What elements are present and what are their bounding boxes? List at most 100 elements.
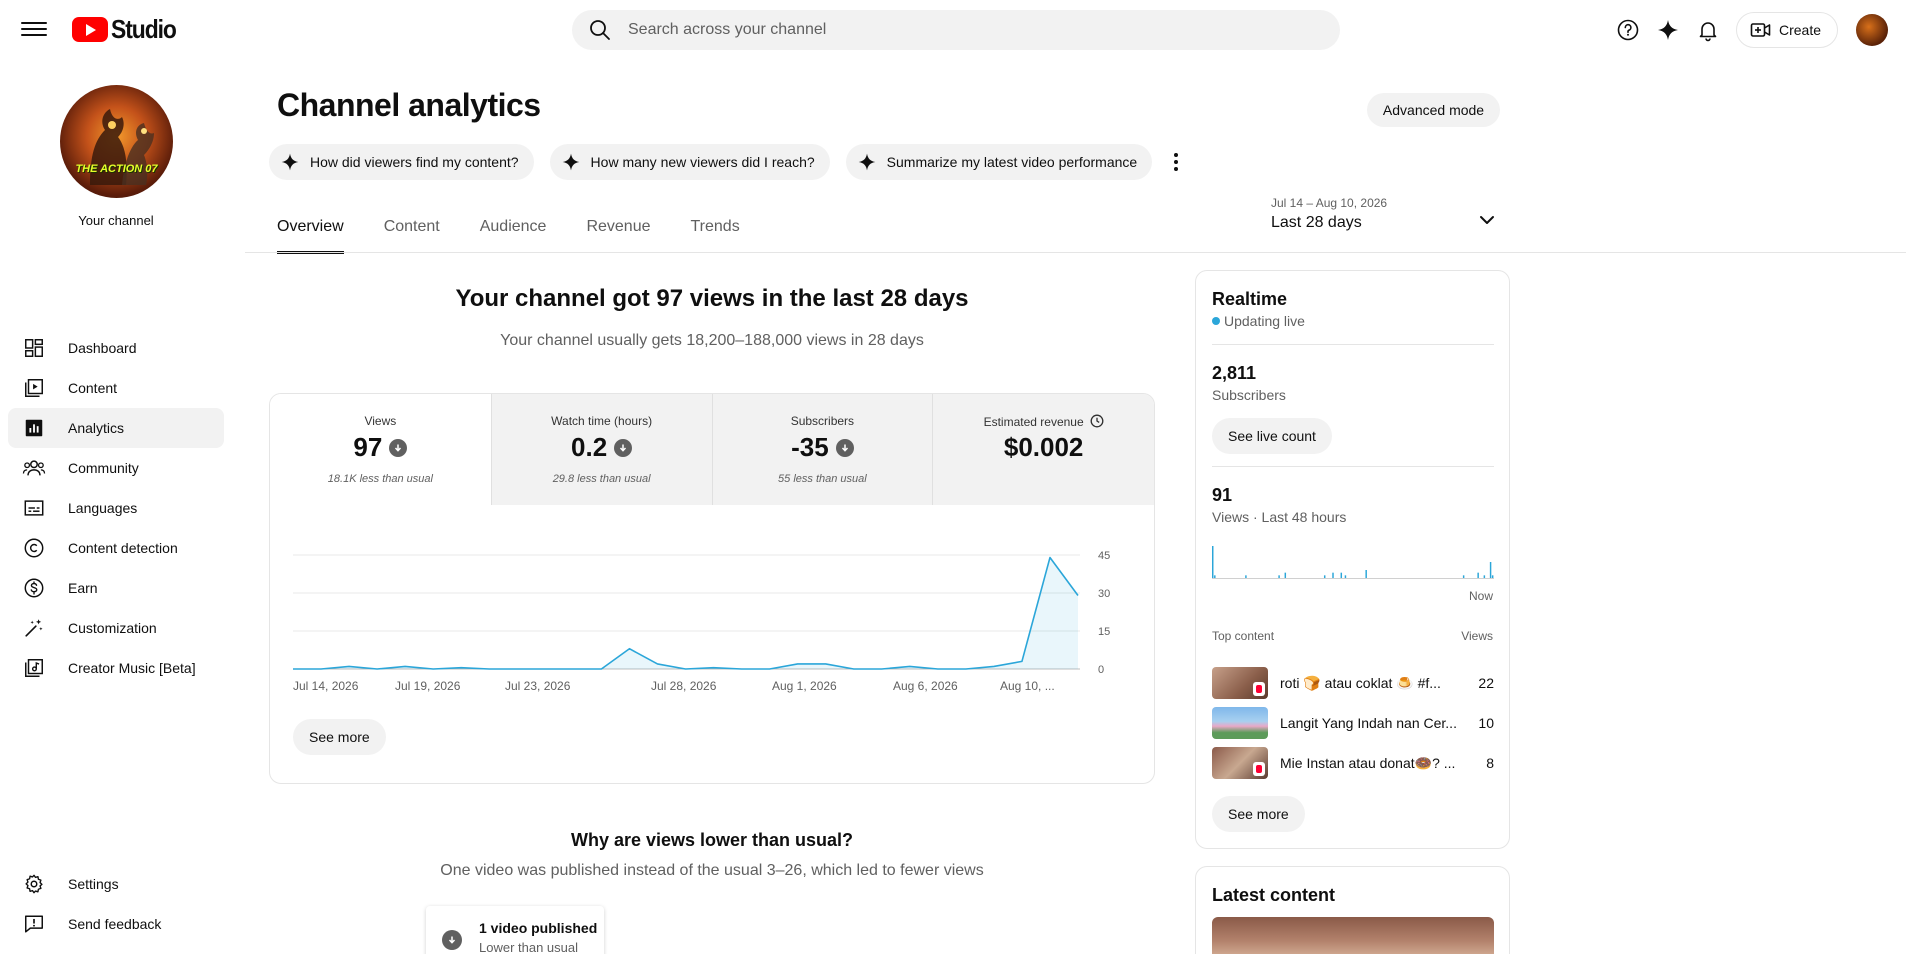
video-title: Mie Instan atau donat🍩? ... — [1280, 754, 1456, 771]
analytics-tabs: Overview Content Audience Revenue Trends — [277, 212, 780, 254]
sidebar-item-feedback[interactable]: Send feedback — [8, 904, 224, 944]
sidebar-item-dashboard[interactable]: Dashboard — [8, 328, 224, 368]
data-point — [1020, 659, 1024, 663]
music-library-icon — [22, 656, 46, 680]
data-point — [824, 662, 828, 666]
metric-value-row: 0.2 — [492, 432, 712, 463]
create-button[interactable]: Create — [1735, 12, 1838, 48]
x-tick-label: Aug 1, 2026 — [772, 679, 837, 693]
why-lower-title: Why are views lower than usual? — [570, 830, 854, 850]
realtime-title: Realtime — [1212, 289, 1288, 309]
content-icon — [22, 376, 46, 400]
ai-suggestion-chips: How did viewers find my content? How man… — [269, 144, 1188, 180]
chip-label: How did viewers find my content? — [310, 154, 519, 170]
video-thumbnail — [1212, 747, 1268, 779]
realtime-bar — [1212, 546, 1214, 578]
views-headline: Your channel got 97 views in the last 28… — [455, 285, 969, 312]
sidebar-item-earn[interactable]: Earn — [8, 568, 224, 608]
tab-revenue[interactable]: Revenue — [586, 212, 650, 252]
realtime-bar-chart[interactable] — [1212, 543, 1494, 583]
tab-trends[interactable]: Trends — [691, 212, 740, 252]
metric-views[interactable]: Views 97 18.1K less than usual — [270, 394, 491, 505]
search-icon[interactable] — [588, 18, 612, 42]
sidebar-item-customization[interactable]: Customization — [8, 608, 224, 648]
top-content-row[interactable]: roti 🍞 atau coklat 🍮 #f... 22 — [1212, 665, 1494, 701]
advanced-mode-button[interactable]: Advanced mode — [1367, 93, 1500, 127]
chip-summarize-video[interactable]: Summarize my latest video performance — [845, 144, 1153, 180]
copyright-icon — [22, 536, 46, 560]
notifications-icon[interactable] — [1688, 10, 1728, 50]
sidebar-item-label: Earn — [68, 580, 98, 596]
sidebar-item-label: Community — [68, 460, 139, 476]
metric-label: Watch time (hours) — [551, 414, 653, 428]
realtime-bar — [1477, 572, 1479, 578]
sidebar-item-label: Dashboard — [68, 340, 137, 356]
see-more-button[interactable]: See more — [293, 719, 386, 755]
data-point — [487, 667, 491, 671]
sidebar-item-community[interactable]: Community — [8, 448, 224, 488]
sparkle-icon — [561, 152, 581, 172]
date-range-selector[interactable]: Jul 14 – Aug 10, 2026 Last 28 days — [1271, 196, 1499, 242]
arrow-down-icon — [442, 930, 462, 950]
help-icon[interactable] — [1608, 10, 1648, 50]
views-line-chart[interactable]: 0 15 30 45 Jul 14, 2026 Jul 19, 2026 Jul 23, 2… — [270, 505, 1155, 705]
more-options-icon[interactable] — [1164, 144, 1188, 180]
tab-overview[interactable]: Overview — [277, 212, 344, 254]
tab-audience[interactable]: Audience — [480, 212, 547, 252]
tab-content[interactable]: Content — [384, 212, 440, 252]
search-input[interactable] — [628, 21, 1278, 39]
sidebar-item-analytics[interactable]: Analytics — [8, 408, 224, 448]
latest-video-thumbnail[interactable] — [1212, 917, 1494, 954]
sidebar-item-languages[interactable]: Languages — [8, 488, 224, 528]
top-content-row[interactable]: Mie Instan atau donat🍩? ... 8 — [1212, 745, 1494, 781]
metric-note: 55 less than usual — [778, 473, 867, 485]
magic-wand-icon — [22, 616, 46, 640]
live-label: Updating live — [1224, 313, 1305, 329]
avatar-text: THE ACTION 07 — [75, 163, 158, 175]
top-content-header: Top content — [1212, 629, 1275, 643]
realtime-bar — [1214, 575, 1216, 578]
chip-new-viewers[interactable]: How many new viewers did I reach? — [549, 144, 830, 180]
videos-published-card[interactable]: 1 video published Lower than usual — [426, 906, 604, 954]
account-avatar[interactable] — [1856, 14, 1888, 46]
data-point — [515, 667, 519, 671]
y-tick-label: 0 — [1098, 664, 1104, 676]
y-tick-label: 45 — [1098, 550, 1110, 562]
top-actions: Create — [1608, 10, 1906, 50]
sidebar-item-creator-music[interactable]: Creator Music [Beta] — [8, 648, 224, 688]
data-point — [852, 667, 856, 671]
realtime-bar — [1483, 575, 1486, 578]
top-bar: Studio Create — [0, 0, 1906, 60]
data-point — [1048, 556, 1052, 560]
realtime-bar — [1332, 572, 1334, 578]
video-views: 8 — [1486, 755, 1494, 771]
channel-avatar[interactable]: THE ACTION 07 — [60, 85, 173, 198]
data-point — [992, 664, 996, 668]
metric-label: Subscribers — [790, 414, 855, 428]
metric-revenue[interactable]: Estimated revenue $0.002 — [932, 394, 1154, 505]
see-more-top-content-button[interactable]: See more — [1212, 796, 1305, 832]
views-48h-count: 91 — [1212, 485, 1233, 505]
page-title: Channel analytics — [277, 87, 541, 123]
subtitles-icon — [22, 496, 46, 520]
sidebar-item-settings[interactable]: Settings — [8, 864, 224, 904]
search-bar[interactable] — [572, 10, 1340, 50]
menu-icon[interactable] — [21, 18, 47, 42]
metric-subscribers[interactable]: Subscribers -35 55 less than usual — [711, 394, 933, 505]
chip-viewer-sources[interactable]: How did viewers find my content? — [269, 144, 534, 180]
see-live-count-button[interactable]: See live count — [1212, 418, 1332, 454]
sidebar-item-content-detection[interactable]: Content detection — [8, 528, 224, 568]
sparkle-icon — [857, 152, 877, 172]
arrow-down-icon — [389, 438, 408, 457]
x-tick-label: Aug 10, ... — [1000, 679, 1055, 693]
data-point — [684, 667, 688, 671]
published-subtitle: Lower than usual — [479, 940, 579, 954]
studio-logo[interactable]: Studio — [72, 14, 185, 44]
sparkle-icon[interactable] — [1648, 10, 1688, 50]
data-point — [459, 666, 463, 670]
metric-note: 18.1K less than usual — [327, 473, 433, 485]
x-tick-label: Aug 6, 2026 — [893, 679, 958, 693]
sidebar-item-content[interactable]: Content — [8, 368, 224, 408]
metric-watch-time[interactable]: Watch time (hours) 0.2 29.8 less than us… — [490, 394, 712, 505]
top-content-row[interactable]: Langit Yang Indah nan Cer... 10 — [1212, 705, 1494, 741]
